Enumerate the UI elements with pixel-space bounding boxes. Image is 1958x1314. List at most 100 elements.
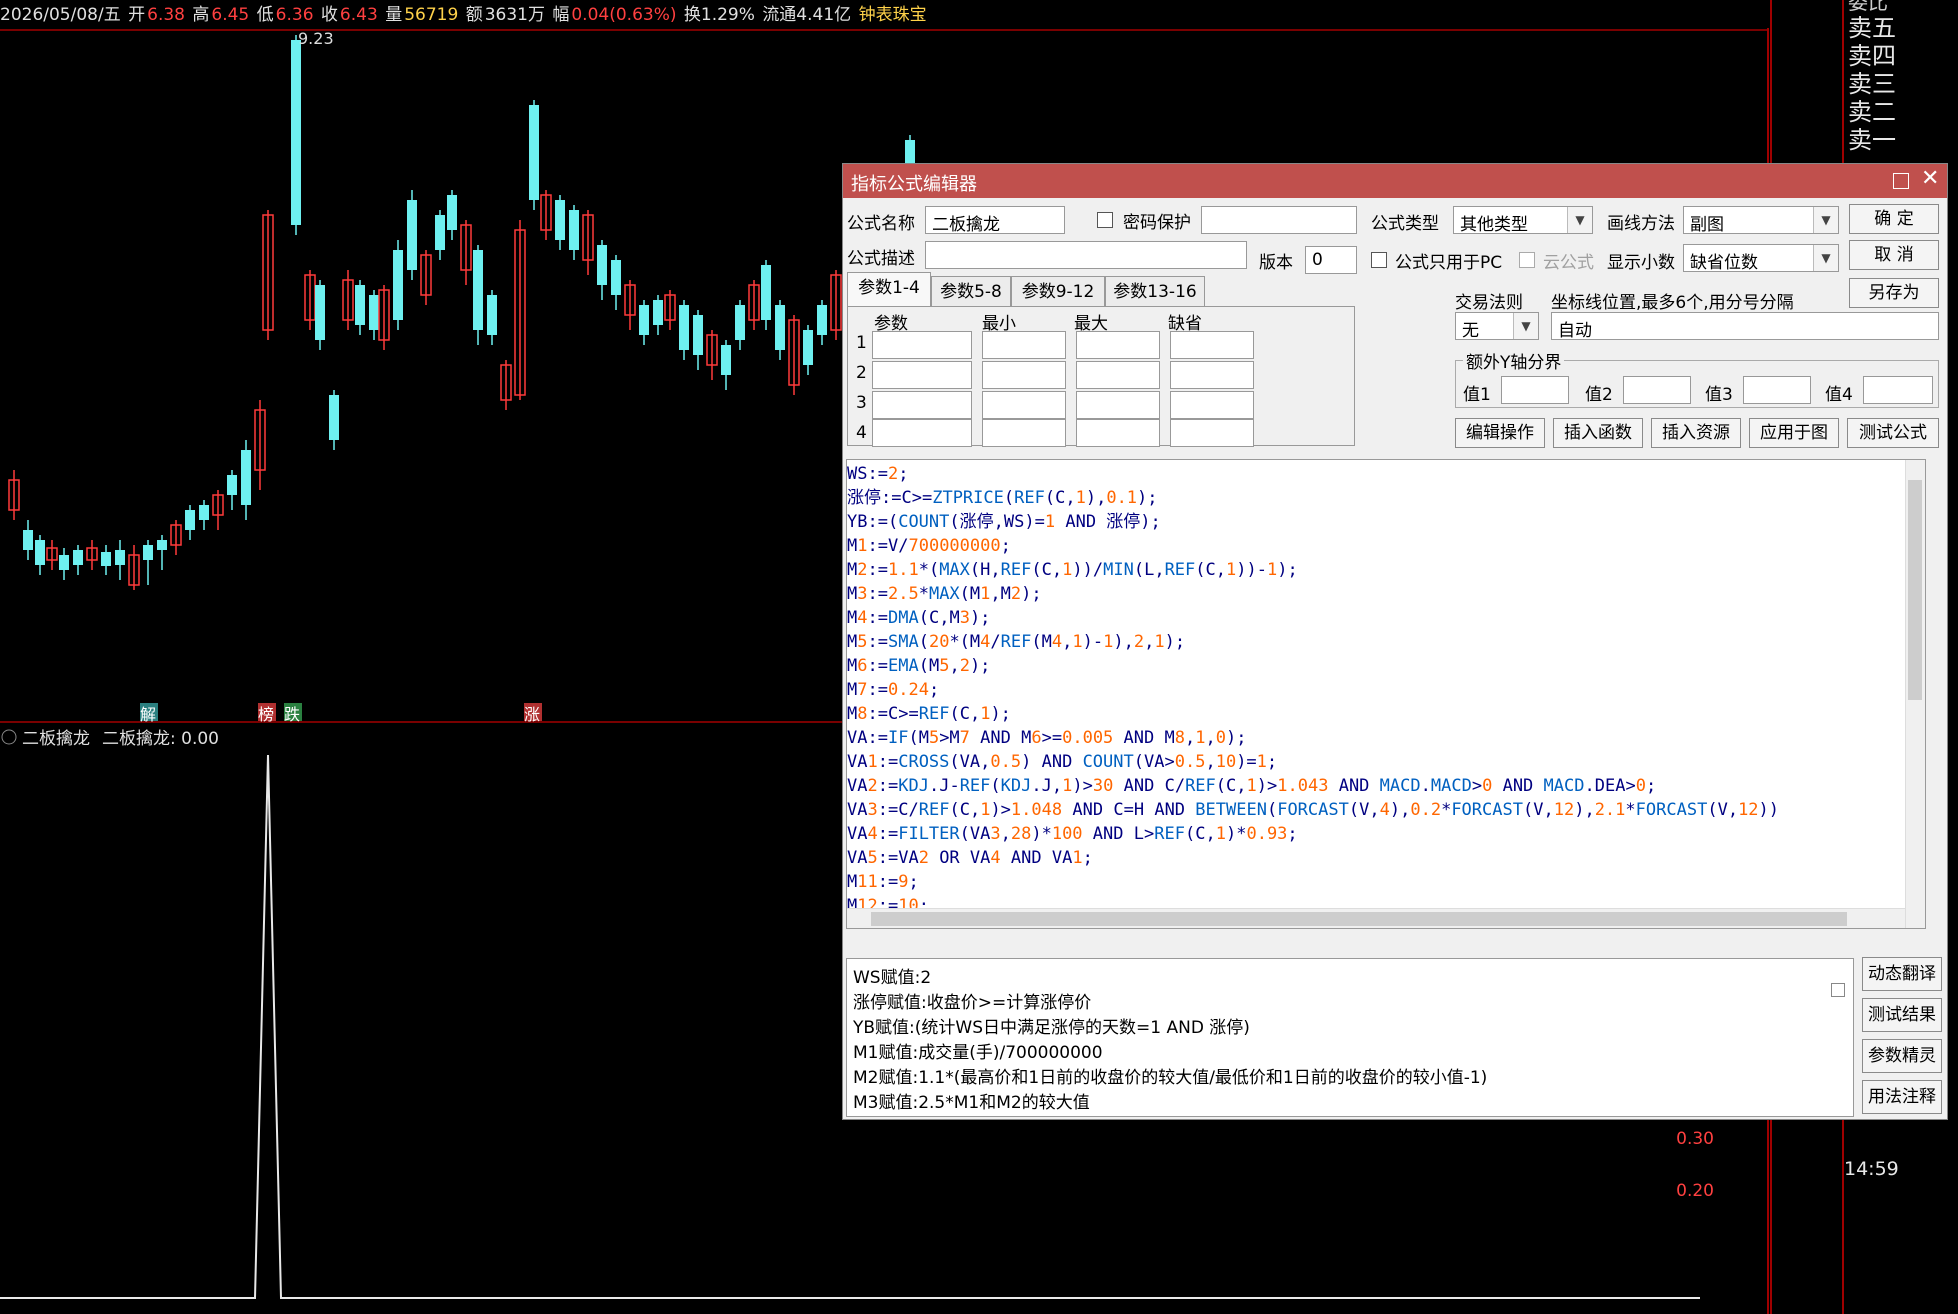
param-3-max[interactable] xyxy=(1076,391,1160,419)
formula-name-label: 公式名称 xyxy=(847,214,915,234)
trade-rule-label: 交易法则 xyxy=(1455,293,1523,313)
password-label: 密码保护 xyxy=(1123,213,1191,233)
code-hscroll-thumb[interactable] xyxy=(871,912,1847,926)
dialog-titlebar[interactable]: 指标公式编辑器 ✕ xyxy=(843,164,1947,198)
insert-func-button[interactable]: 插入函数 xyxy=(1553,418,1643,448)
tab-params-13-16[interactable]: 参数13-16 xyxy=(1105,276,1205,306)
chevron-down-icon: ▼ xyxy=(1813,245,1838,271)
code-line: VA:=IF(M5>M7 AND M6>=0.005 AND M8,1,0); xyxy=(847,728,1247,748)
candle-body xyxy=(487,295,497,335)
translation-line: YB赋值:(统计WS日中满足涨停的天数=1 AND 涨停) xyxy=(853,1018,1250,1038)
code-hscrollbar[interactable] xyxy=(847,908,1905,928)
formula-type-label: 公式类型 xyxy=(1371,214,1439,234)
tab-params-1-4[interactable]: 参数1-4 xyxy=(847,272,931,306)
candle-body xyxy=(101,552,111,566)
param-3-default[interactable] xyxy=(1170,391,1254,419)
low-value: 6.36 xyxy=(275,5,314,25)
apply-chart-button[interactable]: 应用于图 xyxy=(1749,418,1839,448)
pc-only-checkbox[interactable] xyxy=(1371,252,1387,268)
code-line: M2:=1.1*(MAX(H,REF(C,1))/MIN(L,REF(C,1))… xyxy=(847,560,1298,580)
cancel-button[interactable]: 取 消 xyxy=(1849,240,1939,270)
close-icon[interactable]: ✕ xyxy=(1921,166,1939,191)
param-2-min[interactable] xyxy=(982,361,1066,389)
code-line: VA1:=CROSS(VA,0.5) AND COUNT(VA>0.5,10)=… xyxy=(847,752,1278,772)
translation-checkbox[interactable] xyxy=(1831,983,1845,997)
code-line: 涨停:=C>=ZTPRICE(REF(C,1),0.1); xyxy=(847,488,1158,508)
chevron-down-icon: ▼ xyxy=(1513,313,1538,339)
code-line: M6:=EMA(M5,2); xyxy=(847,656,991,676)
candle-body xyxy=(721,345,731,375)
param-wizard-button[interactable]: 参数精灵 xyxy=(1862,1039,1942,1073)
password-checkbox[interactable] xyxy=(1097,212,1113,228)
code-line: YB:=(COUNT(涨停,WS)=1 AND 涨停); xyxy=(847,512,1161,532)
quote-info-bar: 2026/05/08/五 开 6.38 高 6.45 低 6.36 收 6.43 量 56… xyxy=(0,0,1760,25)
change-label: 幅 xyxy=(552,5,570,25)
param-4-min[interactable] xyxy=(982,419,1066,447)
candle-body xyxy=(735,305,745,340)
ask-2-label: 卖二 xyxy=(1848,98,1896,126)
saveas-button[interactable]: 另存为 xyxy=(1849,278,1939,308)
draw-method-select[interactable]: 副图 ▼ xyxy=(1683,206,1839,234)
dialog-title: 指标公式编辑器 xyxy=(851,174,977,195)
param-2-max[interactable] xyxy=(1076,361,1160,389)
coord-input[interactable]: 自动 xyxy=(1551,312,1939,340)
candle-body xyxy=(369,295,379,330)
maximize-icon[interactable] xyxy=(1893,173,1909,189)
cloud-checkbox[interactable] xyxy=(1519,252,1535,268)
code-line: VA2:=KDJ.J-REF(KDJ.J,1)>30 AND C/REF(C,1… xyxy=(847,776,1657,796)
param-2-name[interactable] xyxy=(872,361,972,389)
param-3-min[interactable] xyxy=(982,391,1066,419)
formula-name-input[interactable]: 二板擒龙 xyxy=(925,206,1065,234)
code-line: M1:=V/700000000; xyxy=(847,536,1011,556)
marker-zhang: 涨 xyxy=(524,705,540,724)
param-1-default[interactable] xyxy=(1170,331,1254,359)
code-vscroll-thumb[interactable] xyxy=(1908,480,1922,700)
coord-label: 坐标线位置,最多6个,用分号分隔 xyxy=(1551,293,1794,313)
tab-params-5-8[interactable]: 参数5-8 xyxy=(931,276,1011,306)
password-input[interactable] xyxy=(1201,206,1357,234)
amount-label: 额 xyxy=(465,5,483,25)
yval-1-input[interactable] xyxy=(1501,376,1569,404)
candle-body xyxy=(775,305,785,350)
param-3-name[interactable] xyxy=(872,391,972,419)
indicator-collapse-icon[interactable] xyxy=(1,729,17,745)
param-4-max[interactable] xyxy=(1076,419,1160,447)
param-1-max[interactable] xyxy=(1076,331,1160,359)
candle-body xyxy=(653,300,663,325)
insert-resource-button[interactable]: 插入资源 xyxy=(1651,418,1741,448)
param-4-name[interactable] xyxy=(872,419,972,447)
translation-line: M2赋值:1.1*(最高价和1日前的收盘价的较大值/最低价和1日前的收盘价的较小… xyxy=(853,1068,1488,1088)
formula-type-select[interactable]: 其他类型 ▼ xyxy=(1453,206,1593,234)
tab-params-9-12[interactable]: 参数9-12 xyxy=(1011,276,1105,306)
yval-3-input[interactable] xyxy=(1743,376,1811,404)
yaxis-030: 0.30 xyxy=(1676,1129,1714,1149)
open-value: 6.38 xyxy=(147,5,185,25)
param-1-min[interactable] xyxy=(982,331,1066,359)
yval-4-input[interactable] xyxy=(1863,376,1933,404)
code-editor[interactable]: WS:=2; 涨停:=C>=ZTPRICE(REF(C,1),0.1); YB:=(… xyxy=(846,459,1926,929)
decimals-select[interactable]: 缺省位数 ▼ xyxy=(1683,244,1839,272)
ask-1-label: 卖一 xyxy=(1848,126,1896,154)
test-result-button[interactable]: 测试结果 xyxy=(1862,998,1942,1032)
param-2-default[interactable] xyxy=(1170,361,1254,389)
translation-box: WS赋值:2 涨停赋值:收盘价>=计算涨停价 YB赋值:(统计WS日中满足涨停的天数… xyxy=(846,958,1854,1117)
candle-body xyxy=(185,510,195,530)
version-input[interactable]: 0 xyxy=(1305,246,1357,274)
param-1-name[interactable] xyxy=(872,331,972,359)
edit-ops-button[interactable]: 编辑操作 xyxy=(1455,418,1545,448)
cloud-label: 云公式 xyxy=(1543,253,1594,273)
code-vscrollbar[interactable] xyxy=(1905,460,1925,928)
formula-desc-input[interactable] xyxy=(925,241,1247,269)
dynamic-translate-button[interactable]: 动态翻译 xyxy=(1862,957,1942,991)
yval-1-label: 值1 xyxy=(1463,385,1491,405)
candle-body xyxy=(393,250,403,320)
pc-only-label: 公式只用于PC xyxy=(1395,253,1503,273)
ok-button[interactable]: 确 定 xyxy=(1849,204,1939,234)
candle-body xyxy=(227,475,237,495)
yval-2-input[interactable] xyxy=(1623,376,1691,404)
candle-body xyxy=(529,105,539,200)
trade-rule-select[interactable]: 无 ▼ xyxy=(1455,312,1539,340)
usage-notes-button[interactable]: 用法注释 xyxy=(1862,1080,1942,1114)
test-formula-button[interactable]: 测试公式 xyxy=(1847,418,1939,448)
param-4-default[interactable] xyxy=(1170,419,1254,447)
